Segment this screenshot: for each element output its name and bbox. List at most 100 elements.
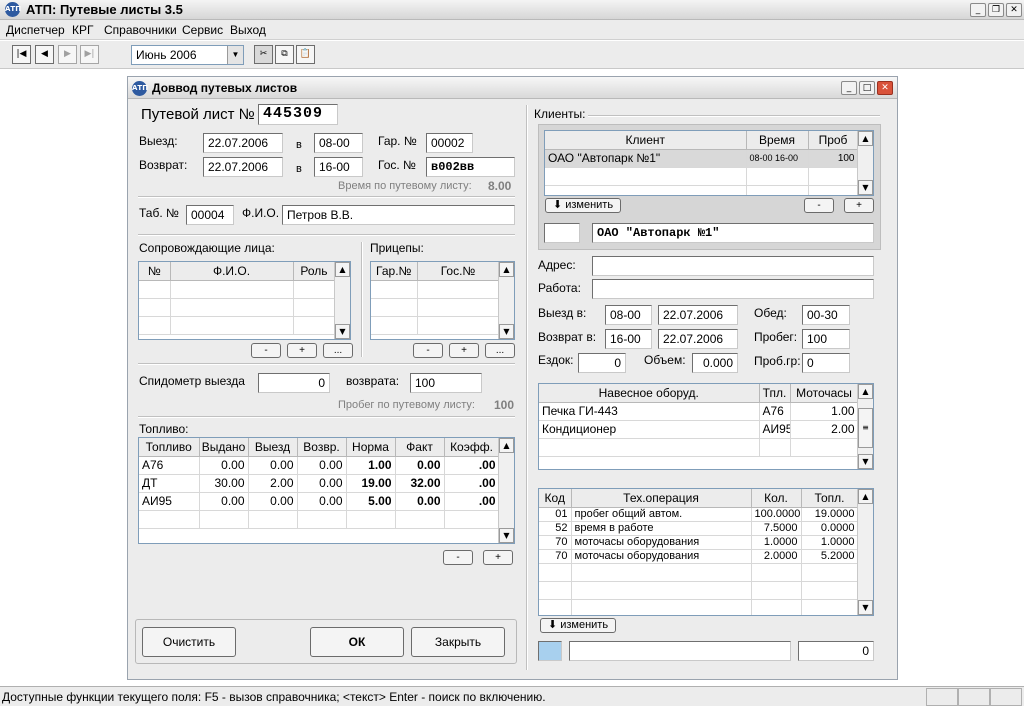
dialog-maximize-icon[interactable]: □ [859, 81, 875, 95]
scroll-up-icon[interactable]: ▲ [858, 384, 873, 399]
table-row[interactable] [139, 510, 500, 529]
scroll-down-icon[interactable]: ▼ [858, 180, 873, 195]
client-remove-button[interactable]: - [804, 198, 834, 213]
tab-number-input[interactable]: 00004 [186, 205, 234, 225]
return-time-input[interactable]: 16-00 [314, 157, 363, 177]
copy-icon[interactable]: ⧉ [275, 45, 294, 64]
companions-scrollbar[interactable]: ▲ ▼ [334, 262, 350, 339]
column-header[interactable]: Кол. [751, 489, 802, 508]
column-header[interactable]: Топл. [801, 489, 859, 508]
scroll-up-icon[interactable]: ▲ [858, 489, 873, 504]
trailer-pick-button[interactable]: ... [485, 343, 515, 358]
column-header[interactable]: Гар.№ [371, 262, 418, 281]
column-header[interactable]: Моточасы [790, 384, 859, 403]
column-header[interactable]: Роль [293, 262, 336, 281]
table-row[interactable] [545, 167, 859, 186]
table-row[interactable]: Кондиционер АИ95 2.00 [539, 420, 859, 439]
companion-remove-button[interactable]: - [251, 343, 281, 358]
operations-grid[interactable]: Код Тех.операция Кол. Топл. 01 пробег об… [538, 488, 874, 616]
operation-name-input[interactable] [569, 641, 791, 661]
mileage-gr-input[interactable]: 0 [802, 353, 850, 373]
menu-exit[interactable]: Выход [230, 23, 266, 37]
dialog-close-icon[interactable]: ✕ [877, 81, 893, 95]
companions-grid[interactable]: № Ф.И.О. Роль ▲ ▼ [138, 261, 351, 340]
waybill-number-input[interactable]: 445309 [258, 104, 338, 125]
clear-button[interactable]: Очистить [142, 627, 236, 657]
fuel-grid[interactable]: Топливо Выдано Выезд Возвр. Норма Факт К… [138, 437, 515, 544]
column-header[interactable]: Время [746, 131, 809, 150]
table-row[interactable]: ДТ 30.00 2.00 0.00 19.00 32.00 .00 [139, 474, 500, 493]
fuel-scrollbar[interactable]: ▲ ▼ [498, 438, 514, 543]
lunch-input[interactable]: 00-30 [802, 305, 850, 325]
table-row[interactable] [539, 581, 859, 600]
menu-service[interactable]: Сервис [182, 23, 223, 37]
last-record-icon[interactable]: ▶| [80, 45, 99, 64]
table-row[interactable] [371, 316, 500, 335]
fuel-add-button[interactable]: + [483, 550, 513, 565]
trailer-add-button[interactable]: + [449, 343, 479, 358]
scroll-up-icon[interactable]: ▲ [499, 262, 514, 277]
work-input[interactable] [592, 279, 874, 299]
depart-time-input[interactable]: 08-00 [314, 133, 363, 153]
table-row[interactable] [539, 599, 859, 615]
fio-input[interactable]: Петров В.В. [282, 205, 515, 225]
speedo-depart-input[interactable]: 0 [258, 373, 330, 393]
table-row[interactable]: 70 моточасы оборудования 2.0000 5.2000 [539, 549, 859, 564]
table-row[interactable] [545, 185, 859, 195]
trailers-scrollbar[interactable]: ▲ ▼ [498, 262, 514, 339]
column-header[interactable]: Навесное оборуд. [539, 384, 760, 403]
column-header[interactable]: № [139, 262, 171, 281]
scroll-down-icon[interactable]: ▼ [858, 600, 873, 615]
table-row[interactable] [539, 563, 859, 582]
address-input[interactable] [592, 256, 874, 276]
table-row[interactable]: 01 пробег общий автом. 100.0000 19.0000 [539, 507, 859, 522]
fuel-remove-button[interactable]: - [443, 550, 473, 565]
operation-total-input[interactable]: 0 [798, 641, 874, 661]
column-header[interactable]: Тпл. [759, 384, 791, 403]
mileage-input[interactable]: 100 [802, 329, 850, 349]
column-header[interactable]: Выезд [248, 438, 298, 457]
table-row[interactable] [139, 298, 336, 317]
column-header[interactable]: Проб [808, 131, 859, 150]
period-select[interactable]: Июнь 2006 ▼ [131, 45, 244, 65]
client-change-button[interactable]: ⬇ изменить [545, 198, 621, 213]
restore-icon[interactable]: ❐ [988, 3, 1004, 17]
scroll-down-icon[interactable]: ▼ [499, 528, 514, 543]
cut-icon[interactable]: ✂ [254, 45, 273, 64]
column-header[interactable]: Коэфф. [444, 438, 500, 457]
table-row[interactable]: Печка ГИ-443 А76 1.00 [539, 402, 859, 421]
close-icon[interactable]: ✕ [1006, 3, 1022, 17]
client-depart-date-input[interactable]: 22.07.2006 [658, 305, 738, 325]
equipment-scrollbar[interactable]: ▲ ≡ ▼ [857, 384, 873, 469]
ok-button[interactable]: ОК [310, 627, 404, 657]
menu-directories[interactable]: Справочники [104, 23, 177, 37]
volume-input[interactable]: 0.000 [692, 353, 738, 373]
first-record-icon[interactable]: |◀ [12, 45, 31, 64]
table-row[interactable]: 52 время в работе 7.5000 0.0000 [539, 521, 859, 536]
close-button[interactable]: Закрыть [411, 627, 505, 657]
next-record-icon[interactable]: ▶ [58, 45, 77, 64]
paste-icon[interactable]: 📋 [296, 45, 315, 64]
column-header[interactable]: Код [539, 489, 572, 508]
table-row[interactable] [539, 438, 859, 457]
return-date-input[interactable]: 22.07.2006 [203, 157, 283, 177]
table-row[interactable] [139, 316, 336, 335]
trailers-grid[interactable]: Гар.№ Гос.№ ▲ ▼ [370, 261, 515, 340]
operation-code-input[interactable] [538, 641, 562, 661]
companion-pick-button[interactable]: ... [323, 343, 353, 358]
equipment-grid[interactable]: Навесное оборуд. Тпл. Моточасы Печка ГИ-… [538, 383, 874, 470]
table-row[interactable]: АИ95 0.00 0.00 0.00 5.00 0.00 .00 [139, 492, 500, 511]
client-name-input[interactable]: ОАО "Автопарк №1" [592, 223, 874, 243]
minimize-icon[interactable]: _ [970, 3, 986, 17]
scroll-down-icon[interactable]: ▼ [858, 454, 873, 469]
operation-change-button[interactable]: ⬇ изменить [540, 618, 616, 633]
column-header[interactable]: Факт [395, 438, 445, 457]
clients-grid[interactable]: Клиент Время Проб ОАО "Автопарк №1" 08-0… [544, 130, 874, 196]
client-depart-time-input[interactable]: 08-00 [605, 305, 652, 325]
chevron-down-icon[interactable]: ▼ [227, 46, 243, 64]
client-return-date-input[interactable]: 22.07.2006 [658, 329, 738, 349]
menu-krg[interactable]: КРГ [72, 23, 94, 37]
operations-scrollbar[interactable]: ▲ ▼ [857, 489, 873, 615]
column-header[interactable]: Клиент [545, 131, 747, 150]
garage-number-input[interactable]: 00002 [426, 133, 473, 153]
